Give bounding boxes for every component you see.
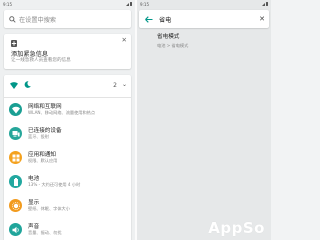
emergency-card-subtitle: 让一线急救人员查看您的信息 xyxy=(11,58,71,63)
settings-item-subtitle: WLAN、移动网络、流量使用和热点 xyxy=(28,110,96,115)
display-icon xyxy=(9,199,22,212)
emergency-info-card[interactable]: ✕ 添加紧急信息 让一线急救人员查看您的信息 xyxy=(4,34,131,69)
appso-watermark: AppSo xyxy=(208,219,265,237)
battery-status-icon xyxy=(130,2,132,6)
status-time: 9:15 xyxy=(140,1,149,7)
chevron-down-icon[interactable]: ⌄ xyxy=(122,81,127,88)
divider xyxy=(4,97,131,98)
settings-list-panel: 2 ⌄ 网络和互联网 WLAN、移动网络、流量使用和热点 已连接的设备 蓝牙、投… xyxy=(4,75,131,240)
close-icon[interactable]: ✕ xyxy=(259,15,265,23)
status-icons xyxy=(262,2,268,6)
emergency-info-icon xyxy=(11,40,17,47)
settings-search-screen: 9:15 省电 ✕ 省电模式 电池 > 省电模式 xyxy=(137,0,271,240)
settings-item-battery[interactable]: 电池 13% - 大约还可使用 4 小时 xyxy=(4,171,131,195)
settings-item-subtitle: 13% - 大约还可使用 4 小时 xyxy=(28,182,81,187)
status-icons xyxy=(126,2,132,6)
search-placeholder: 在设置中搜索 xyxy=(19,16,57,24)
settings-search-bar[interactable]: 在设置中搜索 xyxy=(4,10,131,28)
search-result-title: 省电模式 xyxy=(157,34,180,40)
settings-item-apps[interactable]: 应用和通知 权限、默认应用 xyxy=(4,147,131,171)
settings-item-title: 已连接的设备 xyxy=(28,128,62,134)
wifi-icon xyxy=(10,82,18,89)
quick-settings-row[interactable]: 2 ⌄ xyxy=(4,75,131,97)
apps-icon xyxy=(9,151,22,164)
battery-icon xyxy=(9,175,22,188)
settings-item-subtitle: 蓝牙、投射 xyxy=(28,134,49,139)
back-arrow-icon[interactable] xyxy=(145,15,153,23)
search-result-breadcrumb: 电池 > 省电模式 xyxy=(157,43,189,48)
settings-item-title: 显示 xyxy=(28,200,40,206)
settings-item-sound[interactable]: 声音 音量、振动、勿扰 xyxy=(4,219,131,240)
search-result-item[interactable]: 省电模式 电池 > 省电模式 xyxy=(157,32,188,49)
settings-item-title: 网络和互联网 xyxy=(28,104,62,110)
signal-icon xyxy=(126,2,129,6)
signal-icon xyxy=(262,2,265,6)
settings-item-network[interactable]: 网络和互联网 WLAN、移动网络、流量使用和热点 xyxy=(4,99,131,123)
settings-item-display[interactable]: 显示 壁纸、休眠、字体大小 xyxy=(4,195,131,219)
dnd-moon-icon xyxy=(24,81,31,88)
devices-icon xyxy=(9,127,22,140)
search-input[interactable]: 省电 xyxy=(159,15,259,24)
sound-icon xyxy=(9,223,22,236)
close-icon[interactable]: ✕ xyxy=(122,36,127,44)
settings-item-subtitle: 权限、默认应用 xyxy=(28,158,58,163)
settings-item-title: 应用和通知 xyxy=(28,152,56,158)
quick-settings-count: 2 xyxy=(113,82,117,89)
status-time: 9:15 xyxy=(3,1,12,7)
wifi-icon xyxy=(9,103,22,116)
status-bar: 9:15 xyxy=(0,0,135,8)
status-bar: 9:15 xyxy=(137,0,271,8)
search-field[interactable]: 省电 ✕ xyxy=(139,10,269,28)
settings-item-subtitle: 壁纸、休眠、字体大小 xyxy=(28,206,70,211)
settings-item-title: 声音 xyxy=(28,224,40,230)
settings-item-connected-devices[interactable]: 已连接的设备 蓝牙、投射 xyxy=(4,123,131,147)
settings-item-subtitle: 音量、振动、勿扰 xyxy=(28,230,62,235)
search-icon xyxy=(9,15,16,23)
settings-item-title: 电池 xyxy=(28,176,40,182)
settings-home-screen: 9:15 在设置中搜索 ✕ 添加紧急信息 让一线急救人员查看您的信息 2 ⌄ 网… xyxy=(0,0,135,240)
battery-status-icon xyxy=(266,2,268,6)
